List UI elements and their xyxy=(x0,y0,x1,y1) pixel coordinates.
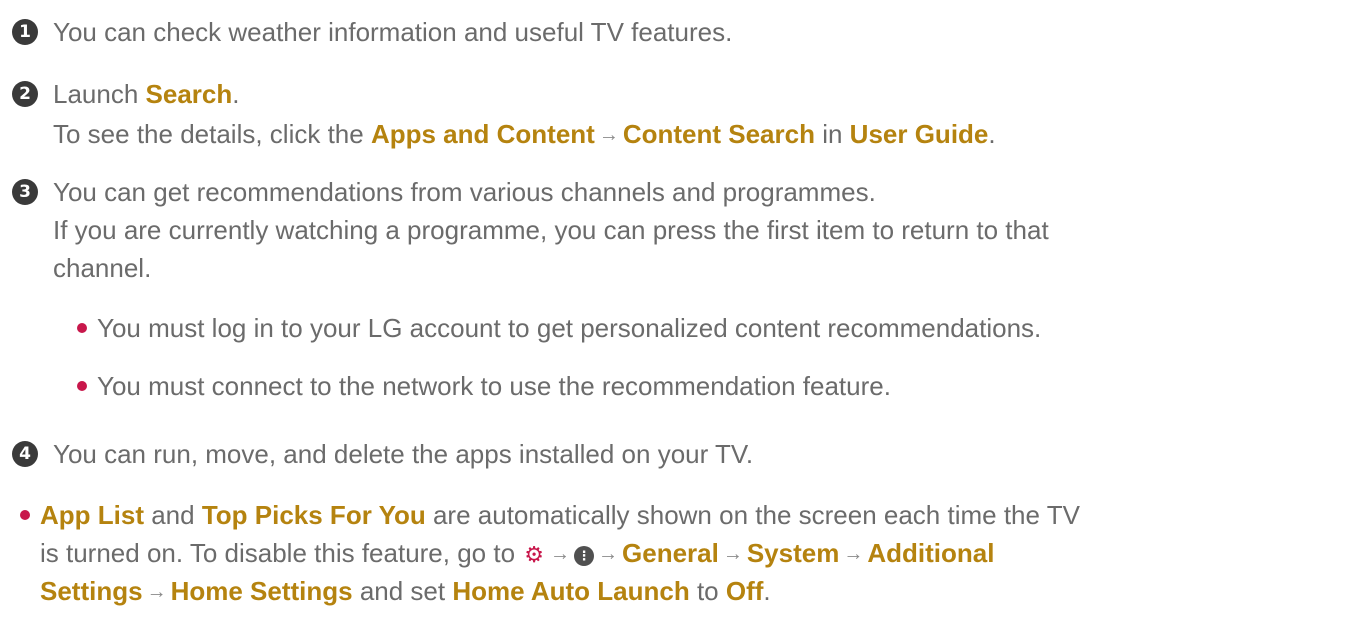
settings-gear-icon: ⚙ xyxy=(524,542,545,567)
bullet-network: You must connect to the network to use t… xyxy=(97,371,891,401)
arrow-right-icon: → xyxy=(550,543,571,565)
additional-link[interactable]: Additional xyxy=(867,538,994,568)
note-line1: App List and Top Picks For You are autom… xyxy=(40,500,1080,530)
period-text: . xyxy=(763,576,771,606)
home-auto-launch-link[interactable]: Home Auto Launch xyxy=(452,576,689,606)
system-link[interactable]: System xyxy=(747,538,840,568)
arrow-right-icon: → xyxy=(598,543,619,565)
item-recommendations-line3: channel. xyxy=(53,253,152,283)
arrow-right-icon: → xyxy=(722,543,743,565)
item-apps-text: You can run, move, and delete the apps i… xyxy=(53,439,754,469)
more-menu-icon: ⋮ xyxy=(574,546,595,566)
user-guide-link[interactable]: User Guide xyxy=(850,119,989,149)
bullet-dot-icon xyxy=(20,510,30,520)
user-guide-page: 1 You can check weather information and … xyxy=(0,0,1366,642)
item-weather-text: You can check weather information and us… xyxy=(53,17,733,47)
arrow-right-icon: → xyxy=(843,543,864,565)
details-text: To see the details, click the xyxy=(53,119,371,149)
number-4-icon: 4 xyxy=(12,441,38,467)
home-settings-link[interactable]: Home Settings xyxy=(171,576,353,606)
item-search-line1: Launch Search. xyxy=(53,79,240,109)
app-list-link[interactable]: App List xyxy=(40,500,144,530)
in-text: in xyxy=(814,119,850,149)
arrow-right-icon: → xyxy=(598,124,619,146)
bullet-login: You must log in to your LG account to ge… xyxy=(97,313,1042,343)
top-picks-link[interactable]: Top Picks For You xyxy=(202,500,426,530)
number-2-icon: 2 xyxy=(12,81,38,107)
bullet-dot-icon xyxy=(77,381,87,391)
item-recommendations-line2: If you are currently watching a programm… xyxy=(53,215,1049,245)
settings-link[interactable]: Settings xyxy=(40,576,143,606)
period-text: . xyxy=(988,119,996,149)
and-text: and xyxy=(144,500,202,530)
general-link[interactable]: General xyxy=(622,538,719,568)
bullet-dot-icon xyxy=(77,323,87,333)
arrow-right-icon: → xyxy=(146,581,167,603)
off-link[interactable]: Off xyxy=(726,576,764,606)
to-text: to xyxy=(689,576,726,606)
content-search-link[interactable]: Content Search xyxy=(623,119,815,149)
and-set-text: and set xyxy=(352,576,453,606)
note-rest-text: are automatically shown on the screen ea… xyxy=(425,500,1080,530)
item-search-line2: To see the details, click the Apps and C… xyxy=(53,119,996,149)
apps-and-content-link[interactable]: Apps and Content xyxy=(371,119,595,149)
search-link[interactable]: Search xyxy=(146,79,233,109)
item-recommendations-line1: You can get recommendations from various… xyxy=(53,177,876,207)
launch-text: Launch xyxy=(53,79,146,109)
note-line3: Settings → Home Settings and set Home Auto… xyxy=(40,576,771,606)
note-line2: is turned on. To disable this feature, g… xyxy=(40,538,994,568)
note-turned-on-text: is turned on. To disable this feature, g… xyxy=(40,538,523,568)
number-3-icon: 3 xyxy=(12,179,38,205)
period-text: . xyxy=(232,79,240,109)
number-1-icon: 1 xyxy=(12,19,38,45)
